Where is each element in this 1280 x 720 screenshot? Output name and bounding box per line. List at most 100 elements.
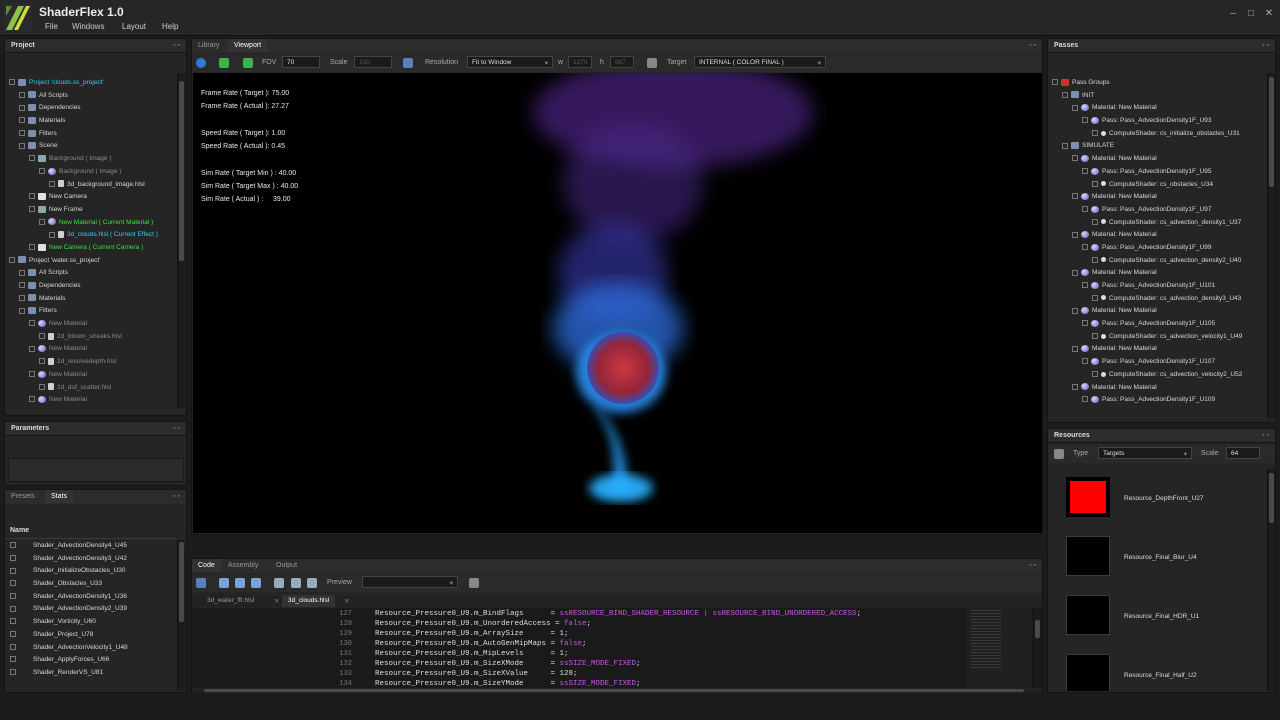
stats-scrollbar[interactable] bbox=[177, 540, 185, 690]
expand-toggle-icon[interactable] bbox=[19, 130, 25, 137]
expand-toggle-icon[interactable] bbox=[1082, 244, 1088, 251]
tab-code[interactable]: Code bbox=[192, 559, 221, 572]
expand-toggle-icon[interactable] bbox=[19, 282, 25, 289]
pin-icon[interactable]: ▪ ▪ bbox=[1029, 42, 1036, 49]
tree-row[interactable]: New Frame bbox=[9, 204, 177, 217]
tree-row[interactable]: ComputeShader: cs_advection_density3_U43 bbox=[1052, 293, 1266, 306]
tree-row[interactable]: Pass: Pass_AdvectionDensity1F_U97 bbox=[1052, 204, 1266, 217]
expand-toggle-icon[interactable] bbox=[49, 180, 55, 187]
expand-toggle-icon[interactable] bbox=[10, 618, 16, 625]
list-item[interactable]: Shader_Obstacles_U33 bbox=[10, 578, 176, 591]
tree-row[interactable]: Background ( Image ) bbox=[9, 153, 177, 166]
list-item[interactable]: Shader_InitializeObstacles_U30 bbox=[10, 565, 176, 578]
maximize-button[interactable]: □ bbox=[1244, 8, 1258, 19]
tree-row[interactable]: Materials bbox=[9, 293, 177, 306]
expand-toggle-icon[interactable] bbox=[39, 168, 45, 175]
record-icon[interactable] bbox=[219, 58, 229, 68]
tree-row[interactable]: Project 'clouds.ss_project' bbox=[9, 77, 177, 90]
tree-row[interactable]: Pass: Pass_AdvectionDensity1F_U107 bbox=[1052, 356, 1266, 369]
pin-icon[interactable]: ▪ ▪ bbox=[1262, 42, 1269, 49]
tree-row[interactable]: Pass: Pass_AdvectionDensity1F_U99 bbox=[1052, 242, 1266, 255]
tree-row[interactable]: 3d_clouds.hlsl ( Current Effect ) bbox=[9, 229, 177, 242]
tree-row[interactable]: Pass: Pass_AdvectionDensity1F_U109 bbox=[1052, 394, 1266, 407]
tree-row[interactable]: ComputeShader: cs_obstacles_U34 bbox=[1052, 179, 1266, 192]
pin-icon[interactable]: ▪ ▪ bbox=[1029, 562, 1036, 569]
target-select[interactable]: INTERNAL ( COLOR FINAL ) ▾ bbox=[694, 56, 826, 68]
expand-toggle-icon[interactable] bbox=[39, 333, 45, 340]
expand-toggle-icon[interactable] bbox=[10, 656, 16, 663]
tree-row[interactable]: ComputeShader: cs_advection_density1_U37 bbox=[1052, 217, 1266, 230]
expand-toggle-icon[interactable] bbox=[1092, 333, 1098, 340]
code-minimap[interactable] bbox=[967, 608, 1032, 688]
expand-toggle-icon[interactable] bbox=[19, 269, 25, 276]
expand-toggle-icon[interactable] bbox=[1082, 168, 1088, 175]
tree-row[interactable]: ComputeShader: cs_advection_density2_U40 bbox=[1052, 255, 1266, 268]
swap-icon[interactable] bbox=[291, 578, 301, 588]
expand-toggle-icon[interactable] bbox=[19, 91, 25, 98]
tab-library[interactable]: Library bbox=[192, 39, 225, 52]
viewport-render[interactable]: Frame Rate ( Target ): 75.00 Frame Rate (… bbox=[193, 73, 1042, 533]
expand-toggle-icon[interactable] bbox=[1092, 130, 1098, 137]
file-tab-clouds[interactable]: 3d_clouds.hlsl bbox=[282, 595, 336, 607]
expand-toggle-icon[interactable] bbox=[10, 554, 16, 561]
scrollbar-thumb[interactable] bbox=[1269, 473, 1274, 523]
expand-toggle-icon[interactable] bbox=[1062, 142, 1068, 149]
expand-toggle-icon[interactable] bbox=[29, 320, 35, 327]
expand-toggle-icon[interactable] bbox=[29, 396, 35, 403]
tree-row[interactable]: ComputeShader: cs_advection_velocity2_U5… bbox=[1052, 369, 1266, 382]
tree-row[interactable]: New Material bbox=[9, 343, 177, 356]
expand-toggle-icon[interactable] bbox=[9, 79, 15, 86]
expand-toggle-icon[interactable] bbox=[1062, 91, 1068, 98]
expand-toggle-icon[interactable] bbox=[1082, 282, 1088, 289]
tree-row[interactable]: Dependencies bbox=[9, 280, 177, 293]
scrollbar-thumb[interactable] bbox=[179, 542, 184, 622]
expand-toggle-icon[interactable] bbox=[10, 643, 16, 650]
close-icon[interactable]: ✕ bbox=[344, 597, 349, 605]
expand-toggle-icon[interactable] bbox=[19, 117, 25, 124]
tree-row[interactable]: Background ( Image ) bbox=[9, 166, 177, 179]
tree-row[interactable]: Materials bbox=[9, 115, 177, 128]
tree-row[interactable]: Pass Groups bbox=[1052, 77, 1266, 90]
expand-toggle-icon[interactable] bbox=[1082, 320, 1088, 327]
tree-row[interactable]: Project 'water.ss_project' bbox=[9, 255, 177, 268]
expand-toggle-icon[interactable] bbox=[1072, 155, 1078, 162]
expand-toggle-icon[interactable] bbox=[1082, 117, 1088, 124]
expand-toggle-icon[interactable] bbox=[1072, 104, 1078, 111]
tree-row[interactable]: Pass: Pass_AdvectionDensity1F_U95 bbox=[1052, 166, 1266, 179]
expand-toggle-icon[interactable] bbox=[29, 345, 35, 352]
tree-row[interactable]: Scene bbox=[9, 140, 177, 153]
tree-row[interactable]: 3d_background_image.hlsl bbox=[9, 179, 177, 192]
expand-toggle-icon[interactable] bbox=[29, 371, 35, 378]
play-icon[interactable] bbox=[243, 58, 253, 68]
tree-row[interactable]: Pass: Pass_AdvectionDensity1F_U105 bbox=[1052, 318, 1266, 331]
expand-toggle-icon[interactable] bbox=[39, 358, 45, 365]
tree-row[interactable]: Material: New Material bbox=[1052, 229, 1266, 242]
expand-toggle-icon[interactable] bbox=[1052, 79, 1058, 86]
list-item[interactable]: Shader_AdvectionDensity1_U36 bbox=[10, 591, 176, 604]
tree-row[interactable]: New Material bbox=[9, 369, 177, 382]
copy-icon[interactable] bbox=[274, 578, 284, 588]
code-editor[interactable]: 127 128 129 130 131 132 133 134 Resource_Pressu… bbox=[192, 608, 1042, 688]
resource-item[interactable]: Resource_Final_Half_U2 bbox=[1048, 646, 1266, 691]
expand-toggle-icon[interactable] bbox=[1072, 345, 1078, 352]
resolution-select[interactable]: Fit to Window ▾ bbox=[467, 56, 553, 68]
expand-toggle-icon[interactable] bbox=[1072, 383, 1078, 390]
expand-toggle-icon[interactable] bbox=[29, 155, 35, 162]
expand-toggle-icon[interactable] bbox=[19, 294, 25, 301]
scrollbar-thumb[interactable] bbox=[179, 81, 184, 261]
close-button[interactable]: ✕ bbox=[1262, 8, 1276, 19]
tree-row[interactable]: New Material bbox=[9, 394, 177, 407]
close-icon[interactable]: ✕ bbox=[274, 597, 279, 605]
expand-toggle-icon[interactable] bbox=[10, 631, 16, 638]
expand-toggle-icon[interactable] bbox=[1072, 193, 1078, 200]
tree-row[interactable]: New Camera bbox=[9, 191, 177, 204]
height-input[interactable]: 687 bbox=[610, 56, 634, 68]
passes-scrollbar[interactable] bbox=[1267, 73, 1275, 418]
tree-row[interactable]: SIMULATE bbox=[1052, 140, 1266, 153]
scale-input[interactable]: 64 bbox=[1226, 447, 1260, 459]
expand-toggle-icon[interactable] bbox=[19, 307, 25, 314]
tab-viewport[interactable]: Viewport bbox=[228, 39, 268, 52]
expand-toggle-icon[interactable] bbox=[1082, 206, 1088, 213]
expand-toggle-icon[interactable] bbox=[29, 193, 35, 200]
menu-windows[interactable]: Windows bbox=[72, 22, 104, 31]
